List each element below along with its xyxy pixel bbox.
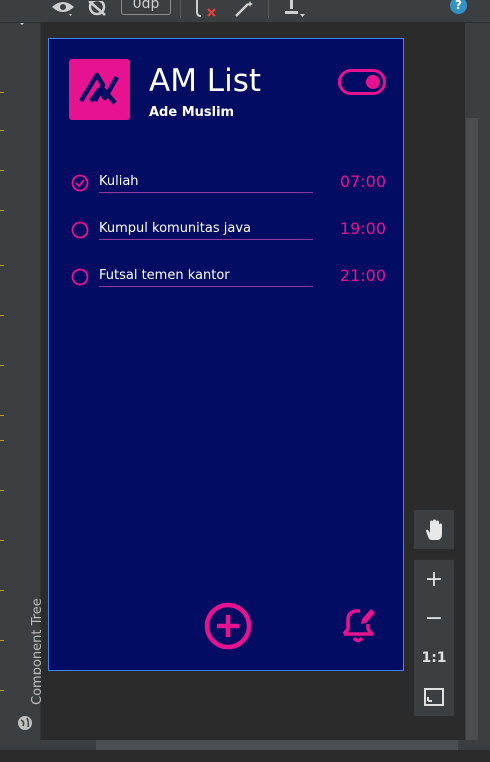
ruler-mark: [0, 210, 4, 211]
toolbar-divider: [268, 0, 269, 18]
list-item-divider: [99, 192, 313, 193]
fit-screen-icon[interactable]: [414, 677, 454, 716]
bottom-bar: [0, 750, 490, 762]
list-item-divider: [99, 286, 313, 287]
eye-icon[interactable]: [50, 0, 76, 18]
toolbar-divider: [180, 0, 181, 18]
device-preview[interactable]: AM List Ade Muslim Kuliah 07:00 Kumpul k…: [48, 38, 404, 671]
unchecked-circle-icon[interactable]: [71, 268, 89, 286]
zoom-out-button[interactable]: −: [414, 599, 454, 638]
hide-constraints-icon[interactable]: [86, 0, 108, 18]
pan-panel: [413, 509, 455, 550]
am-logo-icon: [69, 59, 130, 120]
vertical-scrollbar[interactable]: [466, 118, 478, 740]
list-item-label: Futsal temen kantor: [99, 268, 230, 283]
ruler-mark: [0, 540, 4, 541]
ruler-mark: [0, 490, 4, 491]
ruler-mark: [0, 170, 4, 171]
ruler-mark: [0, 365, 4, 366]
list-item-time: 19:00: [339, 219, 386, 238]
alarm-edit-button[interactable]: [339, 604, 377, 644]
ruler-mark: [0, 640, 4, 641]
actual-size-button[interactable]: 1:1: [414, 638, 454, 677]
zoom-in-button[interactable]: +: [414, 560, 454, 599]
unchecked-circle-icon[interactable]: [71, 221, 89, 239]
list-item-time: 21:00: [339, 266, 386, 285]
ruler-mark: [0, 92, 4, 93]
toggle-knob: [366, 75, 380, 89]
align-icon[interactable]: [281, 0, 307, 18]
ruler-mark: [0, 690, 4, 691]
ruler-mark: [0, 590, 4, 591]
ruler-mark: [0, 130, 4, 131]
left-tool-strip: Component Tree: [0, 0, 45, 740]
horizontal-scrollbar[interactable]: [96, 740, 458, 750]
hand-icon[interactable]: [414, 510, 454, 549]
ruler-mark: [0, 265, 4, 266]
list-item-label: Kuliah: [99, 174, 139, 189]
add-button[interactable]: [204, 602, 252, 650]
ruler-mark: [0, 440, 4, 441]
app-title: AM List: [149, 63, 261, 99]
list-item[interactable]: Futsal temen kantor 21:00: [71, 266, 391, 290]
ruler-mark: [0, 415, 4, 416]
checked-circle-icon[interactable]: [71, 174, 89, 192]
design-toolbar: 0dp ?: [0, 0, 490, 23]
list-item[interactable]: Kumpul komunitas java 19:00: [71, 219, 391, 243]
globe-icon[interactable]: [17, 715, 33, 731]
help-icon[interactable]: ?: [450, 0, 467, 14]
list-item-time: 07:00: [339, 172, 386, 191]
list-item-label: Kumpul komunitas java: [99, 221, 251, 236]
list-item[interactable]: Kuliah 07:00: [71, 172, 391, 196]
list-item-divider: [99, 239, 313, 240]
magic-wand-icon[interactable]: [233, 0, 257, 18]
theme-toggle[interactable]: [338, 69, 386, 95]
default-margin-field[interactable]: 0dp: [121, 0, 171, 15]
ruler-mark: [0, 315, 4, 316]
clear-constraints-icon[interactable]: [192, 0, 220, 18]
app-subtitle: Ade Muslim: [149, 105, 235, 120]
zoom-panel: + − 1:1: [413, 559, 455, 717]
